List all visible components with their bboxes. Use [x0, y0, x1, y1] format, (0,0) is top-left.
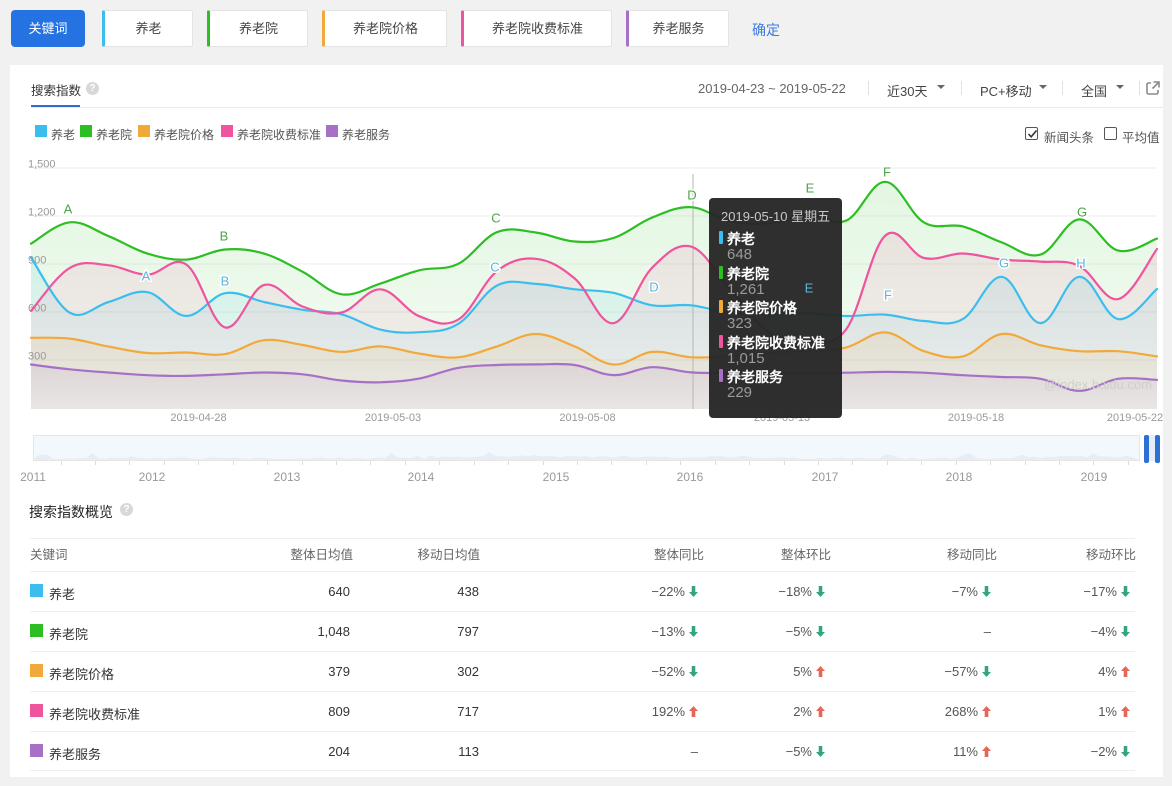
svg-text:A: A: [64, 202, 73, 217]
svg-text:E: E: [806, 181, 815, 196]
svg-text:D: D: [687, 188, 696, 203]
svg-text:H: H: [1076, 256, 1085, 271]
svg-text:A: A: [142, 269, 151, 284]
svg-text:F: F: [883, 165, 891, 180]
svg-text:B: B: [220, 229, 229, 244]
svg-text:C: C: [491, 211, 500, 226]
svg-text:B: B: [221, 274, 230, 289]
svg-text:D: D: [649, 280, 658, 295]
svg-text:F: F: [884, 288, 892, 303]
svg-text:G: G: [1077, 205, 1087, 220]
svg-text:E: E: [805, 281, 814, 296]
svg-text:C: C: [490, 260, 499, 275]
svg-text:G: G: [999, 256, 1009, 271]
